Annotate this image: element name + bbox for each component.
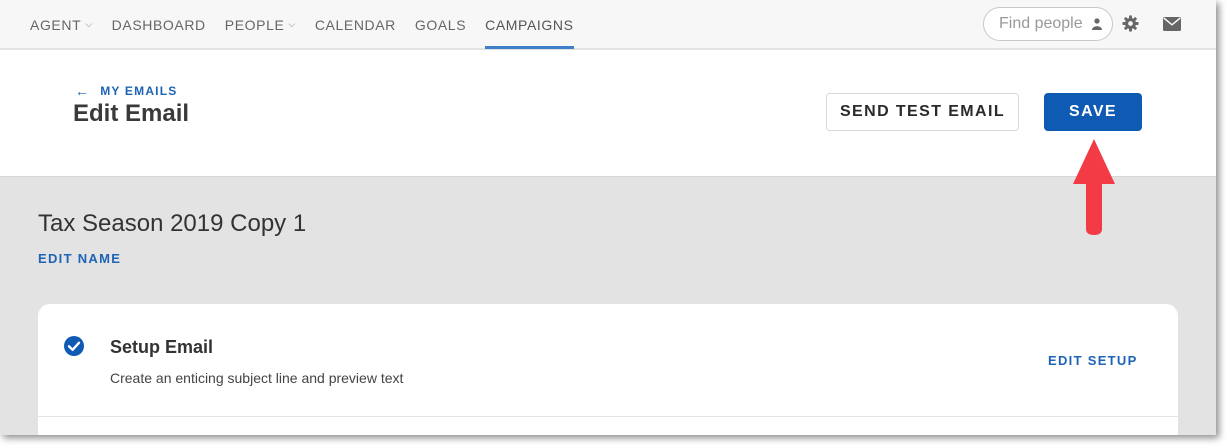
nav-item-agent[interactable]: AGENT ⌵ xyxy=(30,0,93,49)
app-window: AGENT ⌵ DASHBOARD PEOPLE ⌵ CALENDAR GOAL… xyxy=(0,0,1216,435)
nav-item-label: GOALS xyxy=(414,16,467,33)
checkmark-circle-icon xyxy=(64,336,84,356)
nav-item-label: CAMPAIGNS xyxy=(485,16,574,33)
find-people-placeholder: Find people xyxy=(999,15,1083,32)
nav-item-label: PEOPLE xyxy=(224,16,285,33)
gear-icon[interactable] xyxy=(1122,15,1139,32)
chevron-down-icon: ⌵ xyxy=(85,19,93,29)
nav-item-label: DASHBOARD xyxy=(111,16,206,33)
save-button[interactable]: SAVE xyxy=(1044,93,1142,131)
annotation-arrow-icon xyxy=(1073,139,1115,235)
nav-item-calendar[interactable]: CALENDAR xyxy=(315,0,396,49)
edit-name-link[interactable]: EDIT NAME xyxy=(38,251,121,266)
nav-item-goals[interactable]: GOALS xyxy=(415,0,466,49)
nav-item-dashboard[interactable]: DASHBOARD xyxy=(112,0,206,49)
nav-item-people[interactable]: PEOPLE ⌵ xyxy=(225,0,296,49)
page-header: ← MY EMAILS Edit Email SEND TEST EMAIL S… xyxy=(0,50,1216,177)
top-navigation: AGENT ⌵ DASHBOARD PEOPLE ⌵ CALENDAR GOAL… xyxy=(0,0,1216,49)
back-to-my-emails-link[interactable]: ← MY EMAILS xyxy=(75,83,177,99)
person-icon xyxy=(1092,18,1102,30)
edit-setup-link[interactable]: EDIT SETUP xyxy=(1048,353,1138,368)
setup-step-card: Setup Email Create an enticing subject l… xyxy=(38,304,1178,435)
page-title: Edit Email xyxy=(73,100,190,127)
arrow-left-icon: ← xyxy=(75,83,91,99)
nav-menu: AGENT ⌵ DASHBOARD PEOPLE ⌵ CALENDAR GOAL… xyxy=(30,0,593,49)
divider xyxy=(38,416,1178,417)
campaign-name: Tax Season 2019 Copy 1 xyxy=(38,210,307,237)
find-people-search[interactable]: Find people xyxy=(983,7,1113,41)
nav-item-campaigns[interactable]: CAMPAIGNS xyxy=(485,0,574,49)
nav-item-label: AGENT xyxy=(30,16,82,33)
mail-icon[interactable] xyxy=(1163,17,1181,31)
step-description: Create an enticing subject line and prev… xyxy=(110,370,404,386)
send-test-email-button[interactable]: SEND TEST EMAIL xyxy=(826,93,1019,131)
step-title: Setup Email xyxy=(110,337,214,357)
back-link-label: MY EMAILS xyxy=(100,84,178,98)
chevron-down-icon: ⌵ xyxy=(288,19,296,29)
nav-item-label: CALENDAR xyxy=(314,16,396,33)
